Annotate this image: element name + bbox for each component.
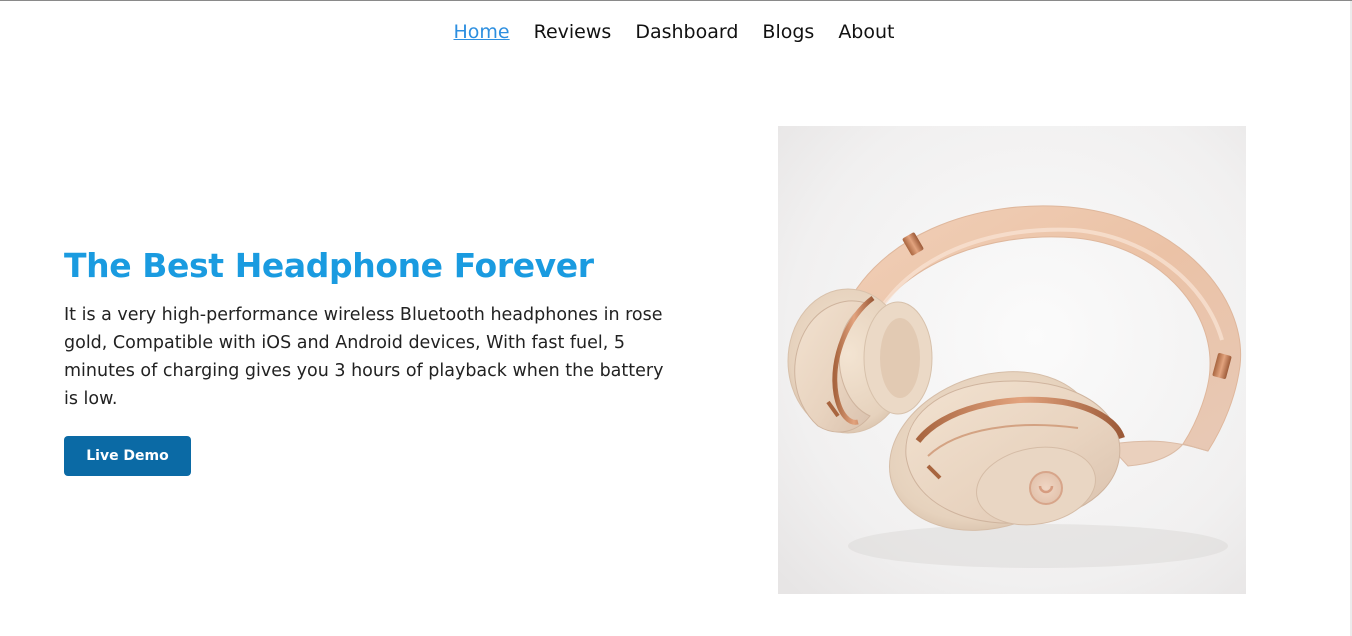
nav-link-dashboard[interactable]: Dashboard — [635, 19, 738, 45]
nav-link-home[interactable]: Home — [454, 19, 510, 45]
live-demo-button[interactable]: Live Demo — [64, 436, 191, 476]
nav-link-about[interactable]: About — [838, 19, 894, 45]
nav-link-reviews[interactable]: Reviews — [534, 19, 612, 45]
main-nav: Home Reviews Dashboard Blogs About — [0, 19, 1350, 45]
hero-description: It is a very high-performance wireless B… — [64, 305, 664, 409]
headphone-product-image — [778, 126, 1246, 594]
page: Home Reviews Dashboard Blogs About The B… — [0, 0, 1352, 636]
headphones-illustration — [778, 126, 1246, 594]
hero-title: The Best Headphone Forever — [64, 246, 594, 285]
nav-link-blogs[interactable]: Blogs — [762, 19, 814, 45]
